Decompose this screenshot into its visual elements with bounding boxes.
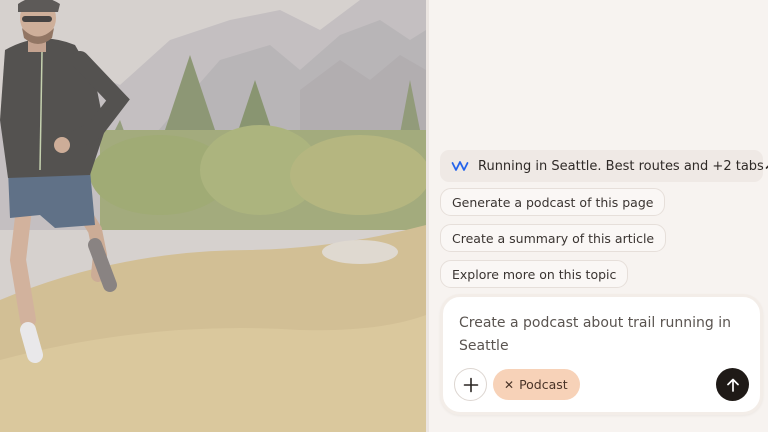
suggestion-explore-more[interactable]: Explore more on this topic [440,260,629,288]
add-attachment-button[interactable] [454,368,487,401]
send-button[interactable] [716,368,749,401]
prompt-composer: Create a podcast about trail running in … [440,294,763,415]
trail-runner-photo [0,0,426,432]
suggestion-generate-podcast[interactable]: Generate a podcast of this page [440,188,666,216]
suggestion-create-summary[interactable]: Create a summary of this article [440,224,667,252]
plus-icon [463,377,478,392]
chevron-up-icon[interactable] [764,160,768,172]
wave-logo-icon [451,161,469,171]
assistant-panel: Running in Seattle. Best routes and +2 t… [429,0,768,432]
chip-label: Podcast [519,377,568,392]
arrow-up-icon [726,378,739,392]
prompt-input[interactable]: Create a podcast about trail running in … [459,312,749,358]
chip-remove-icon[interactable]: ✕ [504,378,514,392]
tab-context-bar[interactable]: Running in Seattle. Best routes and +2 t… [440,150,768,182]
podcast-mode-chip[interactable]: ✕ Podcast [493,369,580,400]
photo-overlay [0,0,426,432]
tab-context-label: Running in Seattle. Best routes and +2 t… [478,158,764,174]
